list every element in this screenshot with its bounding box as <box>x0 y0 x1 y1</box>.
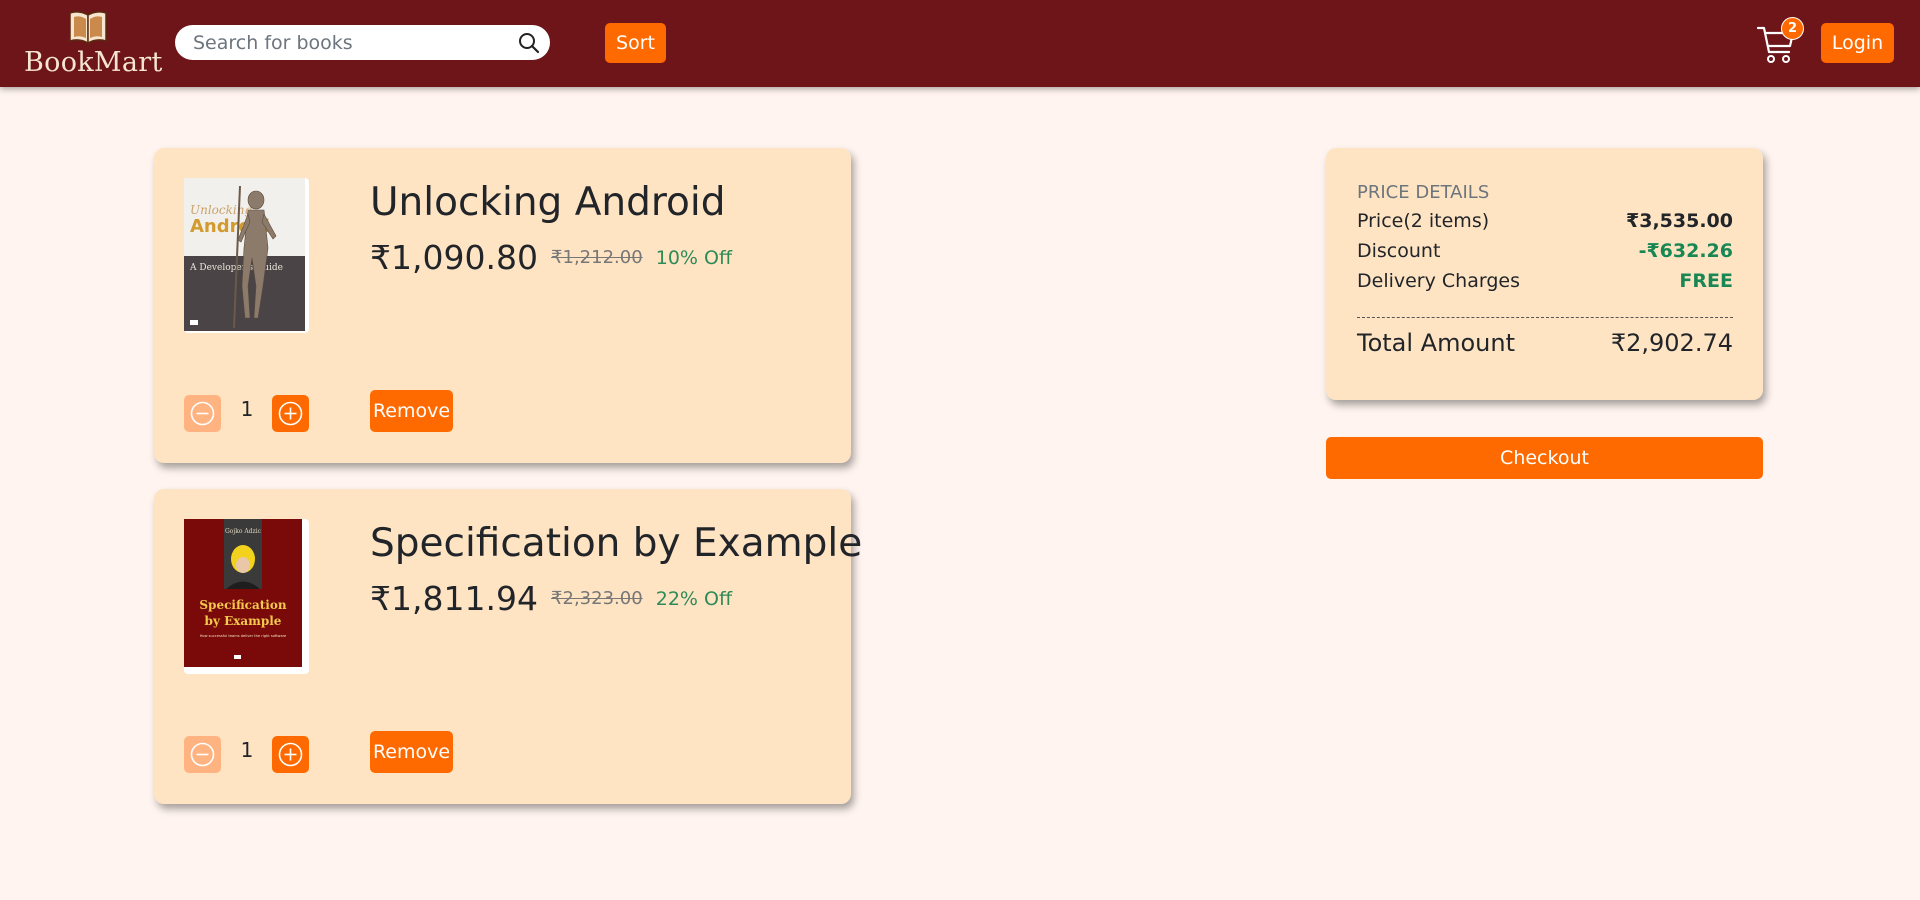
cart-item-card: Unlocking Android A Developer's Guide Un… <box>154 148 851 463</box>
dashed-divider <box>1357 317 1733 318</box>
discount-row: Discount -₹632.26 <box>1357 240 1733 266</box>
price-row: ₹1,090.80 ₹1,212.00 10% Off <box>370 238 732 277</box>
price-value: ₹3,535.00 <box>1626 210 1733 232</box>
checkout-button[interactable]: Checkout <box>1326 437 1763 479</box>
svg-text:Unlocking: Unlocking <box>190 203 252 217</box>
decrease-quantity-button[interactable] <box>184 736 221 773</box>
brand-name: BookMart <box>24 47 163 78</box>
decrease-quantity-button[interactable] <box>184 395 221 432</box>
book-title[interactable]: Unlocking Android <box>370 178 725 228</box>
delivery-row: Delivery Charges FREE <box>1357 270 1733 296</box>
svg-text:by Example: by Example <box>205 614 282 628</box>
search-input[interactable] <box>193 25 513 60</box>
cart-button[interactable]: 2 <box>1757 17 1805 68</box>
discount-value: -₹632.26 <box>1638 240 1733 262</box>
price-details-heading: PRICE DETAILS <box>1357 182 1490 203</box>
svg-text:Gojko Adzic: Gojko Adzic <box>225 528 262 535</box>
delivery-label: Delivery Charges <box>1357 270 1520 292</box>
book-cover-image: Unlocking Android A Developer's Guide <box>184 178 309 333</box>
price-row: ₹1,811.94 ₹2,323.00 22% Off <box>370 579 732 618</box>
total-row: Total Amount ₹2,902.74 <box>1357 329 1733 363</box>
cart-item-card: Gojko Adzic Specification by Example How… <box>154 489 862 804</box>
book-discount: 10% Off <box>655 246 733 269</box>
discount-label: Discount <box>1357 240 1441 262</box>
plus-circle-icon <box>278 742 303 767</box>
cart-count-badge: 2 <box>1781 17 1804 40</box>
total-label: Total Amount <box>1357 329 1515 357</box>
price-row: Price(2 items) ₹3,535.00 <box>1357 210 1733 236</box>
book-discount: 22% Off <box>655 587 733 610</box>
minus-circle-icon <box>190 742 215 767</box>
remove-button[interactable]: Remove <box>370 731 453 773</box>
search-bar <box>175 25 550 60</box>
navbar: BookMart Sort 2 Login <box>0 0 1920 87</box>
delivery-value: FREE <box>1679 270 1733 292</box>
book-price: ₹1,811.94 <box>370 579 538 618</box>
price-label: Price(2 items) <box>1357 210 1490 232</box>
svg-text:How successful teams deliver t: How successful teams deliver the right s… <box>200 634 287 638</box>
book-cover-image: Gojko Adzic Specification by Example How… <box>184 519 309 674</box>
plus-circle-icon <box>278 401 303 426</box>
remove-button[interactable]: Remove <box>370 390 453 432</box>
login-button[interactable]: Login <box>1821 23 1894 63</box>
book-cover-unlocking-android: Unlocking Android A Developer's Guide <box>184 178 305 331</box>
minus-circle-icon <box>190 401 215 426</box>
search-icon[interactable] <box>518 32 540 54</box>
increase-quantity-button[interactable] <box>272 736 309 773</box>
quantity-value: 1 <box>240 397 254 421</box>
price-details-card: PRICE DETAILS Price(2 items) ₹3,535.00 D… <box>1326 148 1763 400</box>
book-original-price: ₹1,212.00 <box>551 247 643 268</box>
svg-text:Specification: Specification <box>199 598 286 612</box>
increase-quantity-button[interactable] <box>272 395 309 432</box>
sort-button[interactable]: Sort <box>605 23 666 63</box>
total-value: ₹2,902.74 <box>1610 329 1733 357</box>
book-price: ₹1,090.80 <box>370 238 538 277</box>
book-original-price: ₹2,323.00 <box>551 588 643 609</box>
book-icon <box>69 11 107 45</box>
quantity-value: 1 <box>240 738 254 762</box>
book-title[interactable]: Specification by Example <box>370 519 862 569</box>
book-cover-specification-by-example: Gojko Adzic Specification by Example How… <box>184 519 302 667</box>
brand-logo-link[interactable]: BookMart <box>24 8 163 80</box>
